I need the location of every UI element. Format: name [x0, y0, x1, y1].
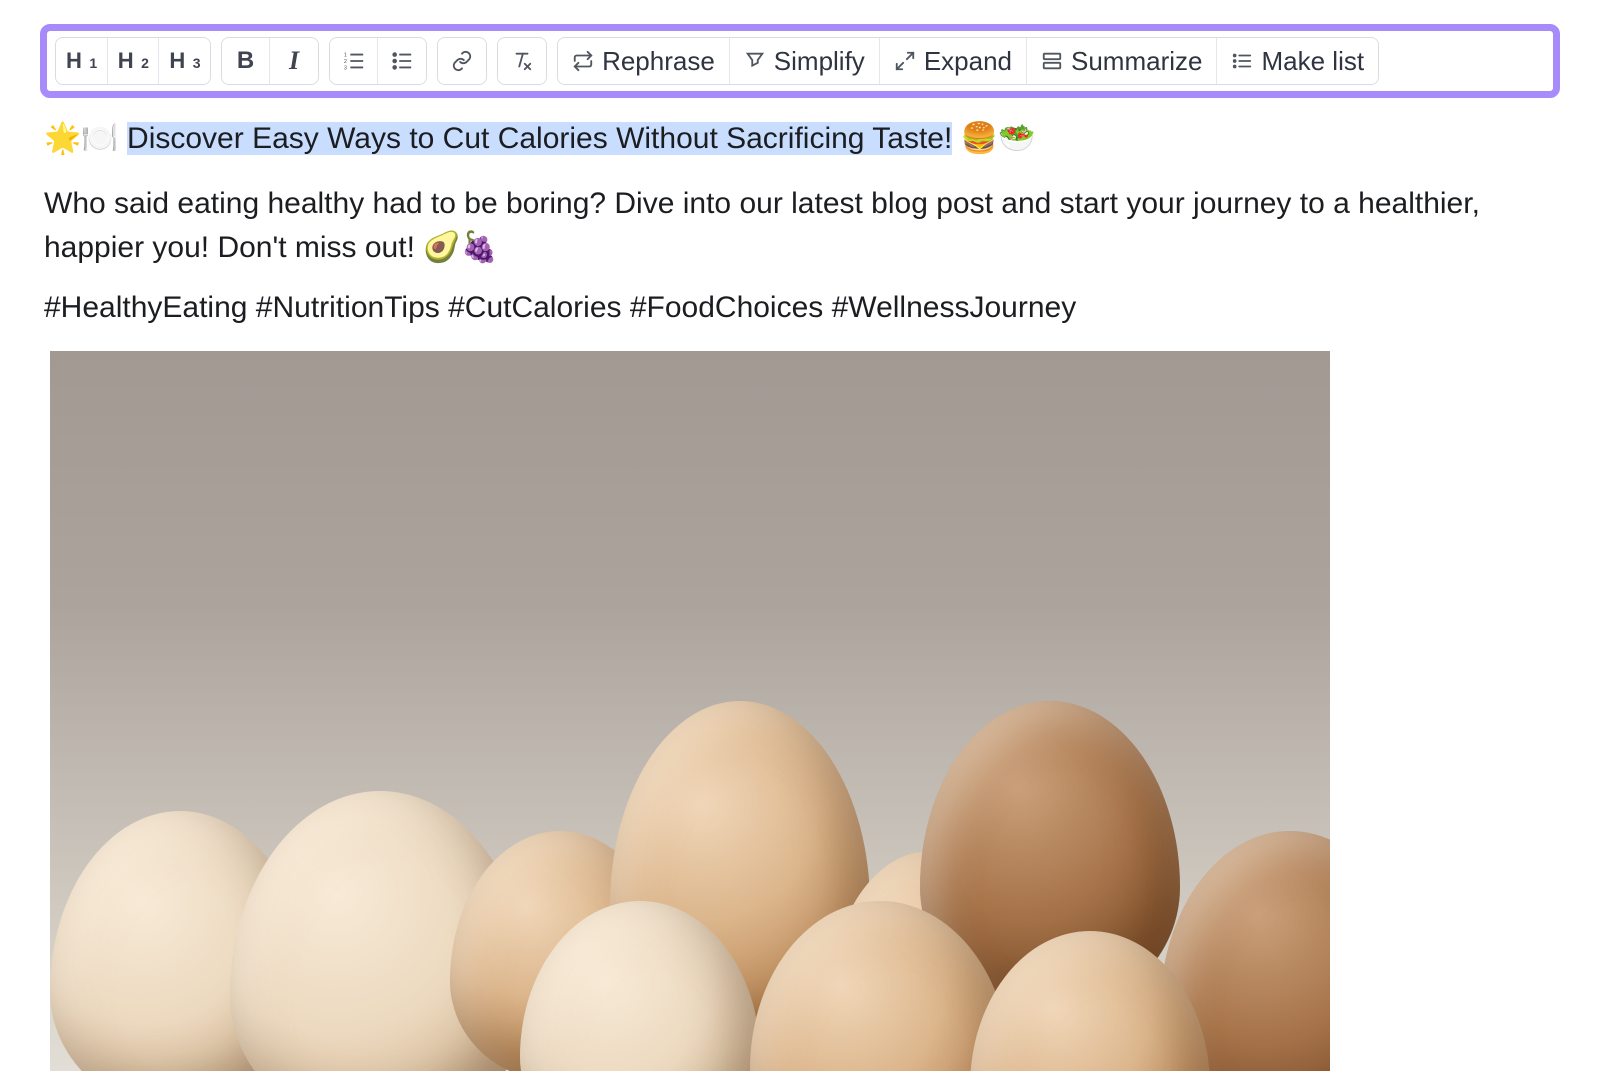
clear-format-group [497, 37, 547, 85]
bold-button[interactable]: B [222, 38, 270, 84]
make-list-button[interactable]: Make list [1217, 38, 1378, 84]
headline-selected-text[interactable]: Discover Easy Ways to Cut Calories Witho… [127, 122, 952, 155]
link-button[interactable] [438, 38, 486, 84]
list-group: 1 2 3 [329, 37, 427, 85]
make-list-icon [1231, 50, 1253, 72]
bold-label: B [237, 47, 254, 75]
simplify-button[interactable]: Simplify [730, 38, 880, 84]
heading-2-button[interactable]: H2 [108, 38, 160, 84]
post-headline[interactable]: 🌟🍽️ Discover Easy Ways to Cut Calories W… [44, 118, 1556, 160]
editor-toolbar: H1 H2 H3 B I 1 2 3 [40, 24, 1560, 98]
simplify-icon [744, 50, 766, 72]
headline-emoji-post: 🍔🥗 [952, 122, 1035, 155]
link-group [437, 37, 487, 85]
clear-format-icon [511, 50, 533, 72]
headline-emoji-pre: 🌟🍽️ [44, 122, 127, 155]
rephrase-button[interactable]: Rephrase [558, 38, 730, 84]
unordered-list-icon [391, 50, 413, 72]
simplify-label: Simplify [774, 46, 865, 77]
expand-button[interactable]: Expand [880, 38, 1027, 84]
ai-actions-group: Rephrase Simplify Expand Summarize [557, 37, 1379, 85]
post-hashtags[interactable]: #HealthyEating #NutritionTips #CutCalori… [44, 291, 1556, 325]
clear-format-button[interactable] [498, 38, 546, 84]
h1-label: H [66, 48, 81, 74]
h2-label: H [118, 48, 133, 74]
ordered-list-button[interactable]: 1 2 3 [330, 38, 378, 84]
summarize-button[interactable]: Summarize [1027, 38, 1217, 84]
svg-text:1: 1 [343, 52, 346, 58]
h3-label: H [169, 48, 184, 74]
unordered-list-button[interactable] [378, 38, 426, 84]
summarize-label: Summarize [1071, 46, 1202, 77]
svg-text:3: 3 [343, 65, 346, 71]
heading-group: H1 H2 H3 [55, 37, 211, 85]
editor-content[interactable]: 🌟🍽️ Discover Easy Ways to Cut Calories W… [0, 98, 1600, 1071]
link-icon [451, 50, 473, 72]
post-body[interactable]: Who said eating healthy had to be boring… [44, 182, 1556, 269]
make-list-label: Make list [1261, 46, 1364, 77]
svg-text:2: 2 [343, 59, 346, 65]
expand-icon [894, 50, 916, 72]
h1-sub: 1 [89, 55, 96, 71]
heading-3-button[interactable]: H3 [159, 38, 210, 84]
italic-button[interactable]: I [270, 38, 318, 84]
expand-label: Expand [924, 46, 1012, 77]
h3-sub: 3 [193, 55, 200, 71]
ordered-list-icon: 1 2 3 [343, 50, 365, 72]
h2-sub: 2 [141, 55, 148, 71]
heading-1-button[interactable]: H1 [56, 38, 108, 84]
italic-label: I [289, 46, 299, 76]
summarize-icon [1041, 50, 1063, 72]
rephrase-label: Rephrase [602, 46, 715, 77]
rephrase-icon [572, 50, 594, 72]
text-style-group: B I [221, 37, 319, 85]
post-image [50, 351, 1330, 1071]
